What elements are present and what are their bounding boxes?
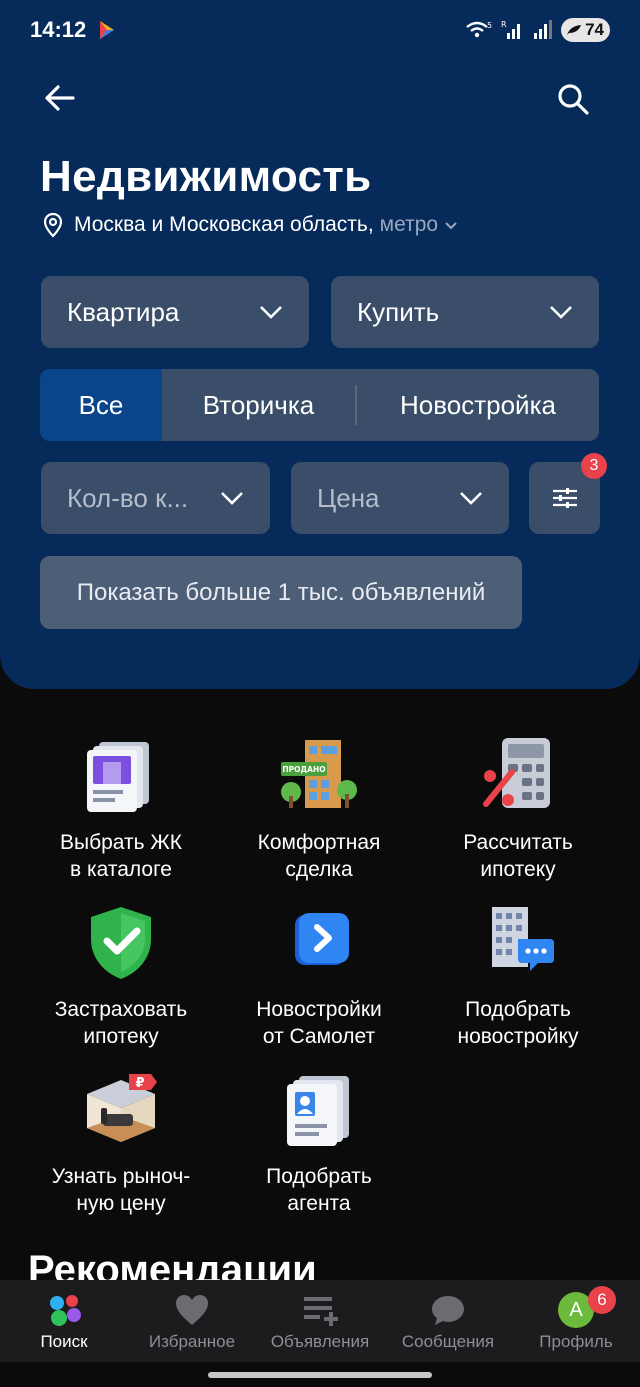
- location-pin-icon: [43, 212, 63, 238]
- bottom-navigation: Поиск Избранное Объявления Сообщения A П…: [0, 1280, 640, 1362]
- svg-text:₽: ₽: [135, 1076, 144, 1091]
- wifi-tag: 5: [487, 21, 492, 30]
- nav-profile[interactable]: A Профиль 6: [512, 1280, 640, 1362]
- wifi-icon: 5: [466, 21, 492, 38]
- nav-favorites[interactable]: Избранное: [128, 1280, 256, 1362]
- rooms-dropdown[interactable]: Кол-во к...: [41, 462, 270, 534]
- status-icons: 5 R 74: [465, 16, 610, 44]
- sold-building-icon: ПРОДАНО: [281, 740, 357, 808]
- tile-comfort-deal[interactable]: ПРОДАНО Комфортная сделка: [219, 736, 419, 883]
- rooms-placeholder: Кол-во к...: [67, 482, 189, 513]
- status-time: 14:12: [30, 17, 87, 42]
- building-chat-icon: [492, 907, 554, 971]
- property-type-dropdown[interactable]: Квартира: [41, 276, 309, 348]
- tile-pick-new-building[interactable]: Подобрать новостройку: [418, 903, 618, 1050]
- battery-saver-icon: [567, 25, 582, 35]
- tile-catalog[interactable]: Выбрать ЖК в каталоге: [21, 736, 221, 883]
- filters-count-badge: 3: [581, 453, 607, 479]
- location-selector[interactable]: Москва и Московская область, метро: [40, 212, 458, 238]
- price-dropdown[interactable]: Цена: [291, 462, 509, 534]
- nav-messages-label: Сообщения: [401, 1332, 495, 1351]
- add-listing-icon: [300, 1290, 340, 1330]
- calculator-icon: [483, 738, 550, 808]
- nav-favorites-label: Избранное: [148, 1332, 236, 1351]
- segment-secondary[interactable]: Вторичка: [162, 369, 355, 441]
- tile-catalog-label: Выбрать ЖК в каталоге: [59, 831, 183, 881]
- catalog-building-icon: [87, 742, 149, 812]
- status-bar: 14:12 5 R 74: [0, 0, 640, 60]
- search-dots-icon: [44, 1290, 84, 1330]
- segment-new-buildings[interactable]: Новостройка: [357, 369, 599, 441]
- samolet-logo-icon: [295, 913, 349, 965]
- nav-listings-label: Объявления: [270, 1332, 370, 1351]
- page-title: Недвижимость: [40, 152, 372, 201]
- chevron-down-icon: [260, 306, 282, 319]
- home-indicator[interactable]: [208, 1372, 432, 1378]
- room-price-icon: ₽: [87, 1074, 157, 1142]
- back-arrow-icon[interactable]: [40, 78, 80, 118]
- segment-all[interactable]: Все: [40, 369, 162, 441]
- app-notification-icon: [100, 21, 114, 39]
- tile-samolet[interactable]: Новостройки от Самолет: [219, 903, 419, 1050]
- nav-search[interactable]: Поиск: [0, 1280, 128, 1362]
- tile-market-price-label: Узнать рыноч- ную цену: [51, 1165, 191, 1215]
- tile-samolet-label: Новостройки от Самолет: [256, 998, 382, 1048]
- cell-signal-icon: R: [501, 20, 521, 39]
- tile-market-price[interactable]: ₽ Узнать рыноч- ную цену: [21, 1070, 221, 1217]
- chat-bubble-icon: [428, 1290, 468, 1330]
- chevron-down-icon: [445, 222, 457, 230]
- show-listings-button[interactable]: Показать больше 1 тыс. объявлений: [40, 556, 522, 629]
- tile-mortgage-insurance[interactable]: Застраховать ипотеку: [21, 903, 221, 1050]
- sold-sign-text: ПРОДАНО: [282, 765, 325, 774]
- shield-check-icon: [91, 907, 151, 979]
- battery-indicator: 74: [561, 18, 610, 42]
- tile-mortgage-calc-label: Рассчитать ипотеку: [463, 831, 573, 881]
- market-segment-control: Все Вторичка Новостройка: [40, 369, 599, 441]
- nav-search-label: Поиск: [40, 1332, 88, 1351]
- nav-listings[interactable]: Объявления: [256, 1280, 384, 1362]
- tile-comfort-deal-label: Комфортная сделка: [257, 831, 381, 881]
- chevron-down-icon: [550, 306, 572, 319]
- heart-icon: [172, 1290, 212, 1330]
- deal-type-dropdown[interactable]: Купить: [331, 276, 599, 348]
- metro-link[interactable]: метро: [380, 213, 438, 237]
- cell-signal-2-icon: [534, 20, 553, 39]
- recommendations-title: Рекомендации: [28, 1248, 317, 1280]
- tile-pick-new-building-label: Подобрать новостройку: [457, 998, 579, 1048]
- deal-type-value: Купить: [357, 296, 440, 327]
- tile-pick-agent[interactable]: Подобрать агента: [219, 1070, 419, 1217]
- chevron-down-icon: [221, 492, 243, 505]
- price-placeholder: Цена: [317, 482, 380, 513]
- location-text: Москва и Московская область,: [74, 213, 374, 236]
- profile-notification-badge: 6: [588, 1286, 616, 1314]
- tile-pick-agent-label: Подобрать агента: [266, 1165, 372, 1215]
- search-icon[interactable]: [552, 78, 592, 118]
- nav-messages[interactable]: Сообщения: [384, 1280, 512, 1362]
- agent-card-icon: [287, 1076, 349, 1146]
- roaming-tag: R: [501, 20, 507, 29]
- tile-mortgage-insurance-label: Застраховать ипотеку: [54, 998, 188, 1048]
- nav-profile-label: Профиль: [539, 1332, 613, 1351]
- chevron-down-icon: [460, 492, 482, 505]
- battery-level: 74: [585, 20, 604, 39]
- property-type-value: Квартира: [67, 296, 180, 327]
- sliders-icon: [552, 488, 577, 508]
- tile-mortgage-calc[interactable]: Рассчитать ипотеку: [418, 736, 618, 883]
